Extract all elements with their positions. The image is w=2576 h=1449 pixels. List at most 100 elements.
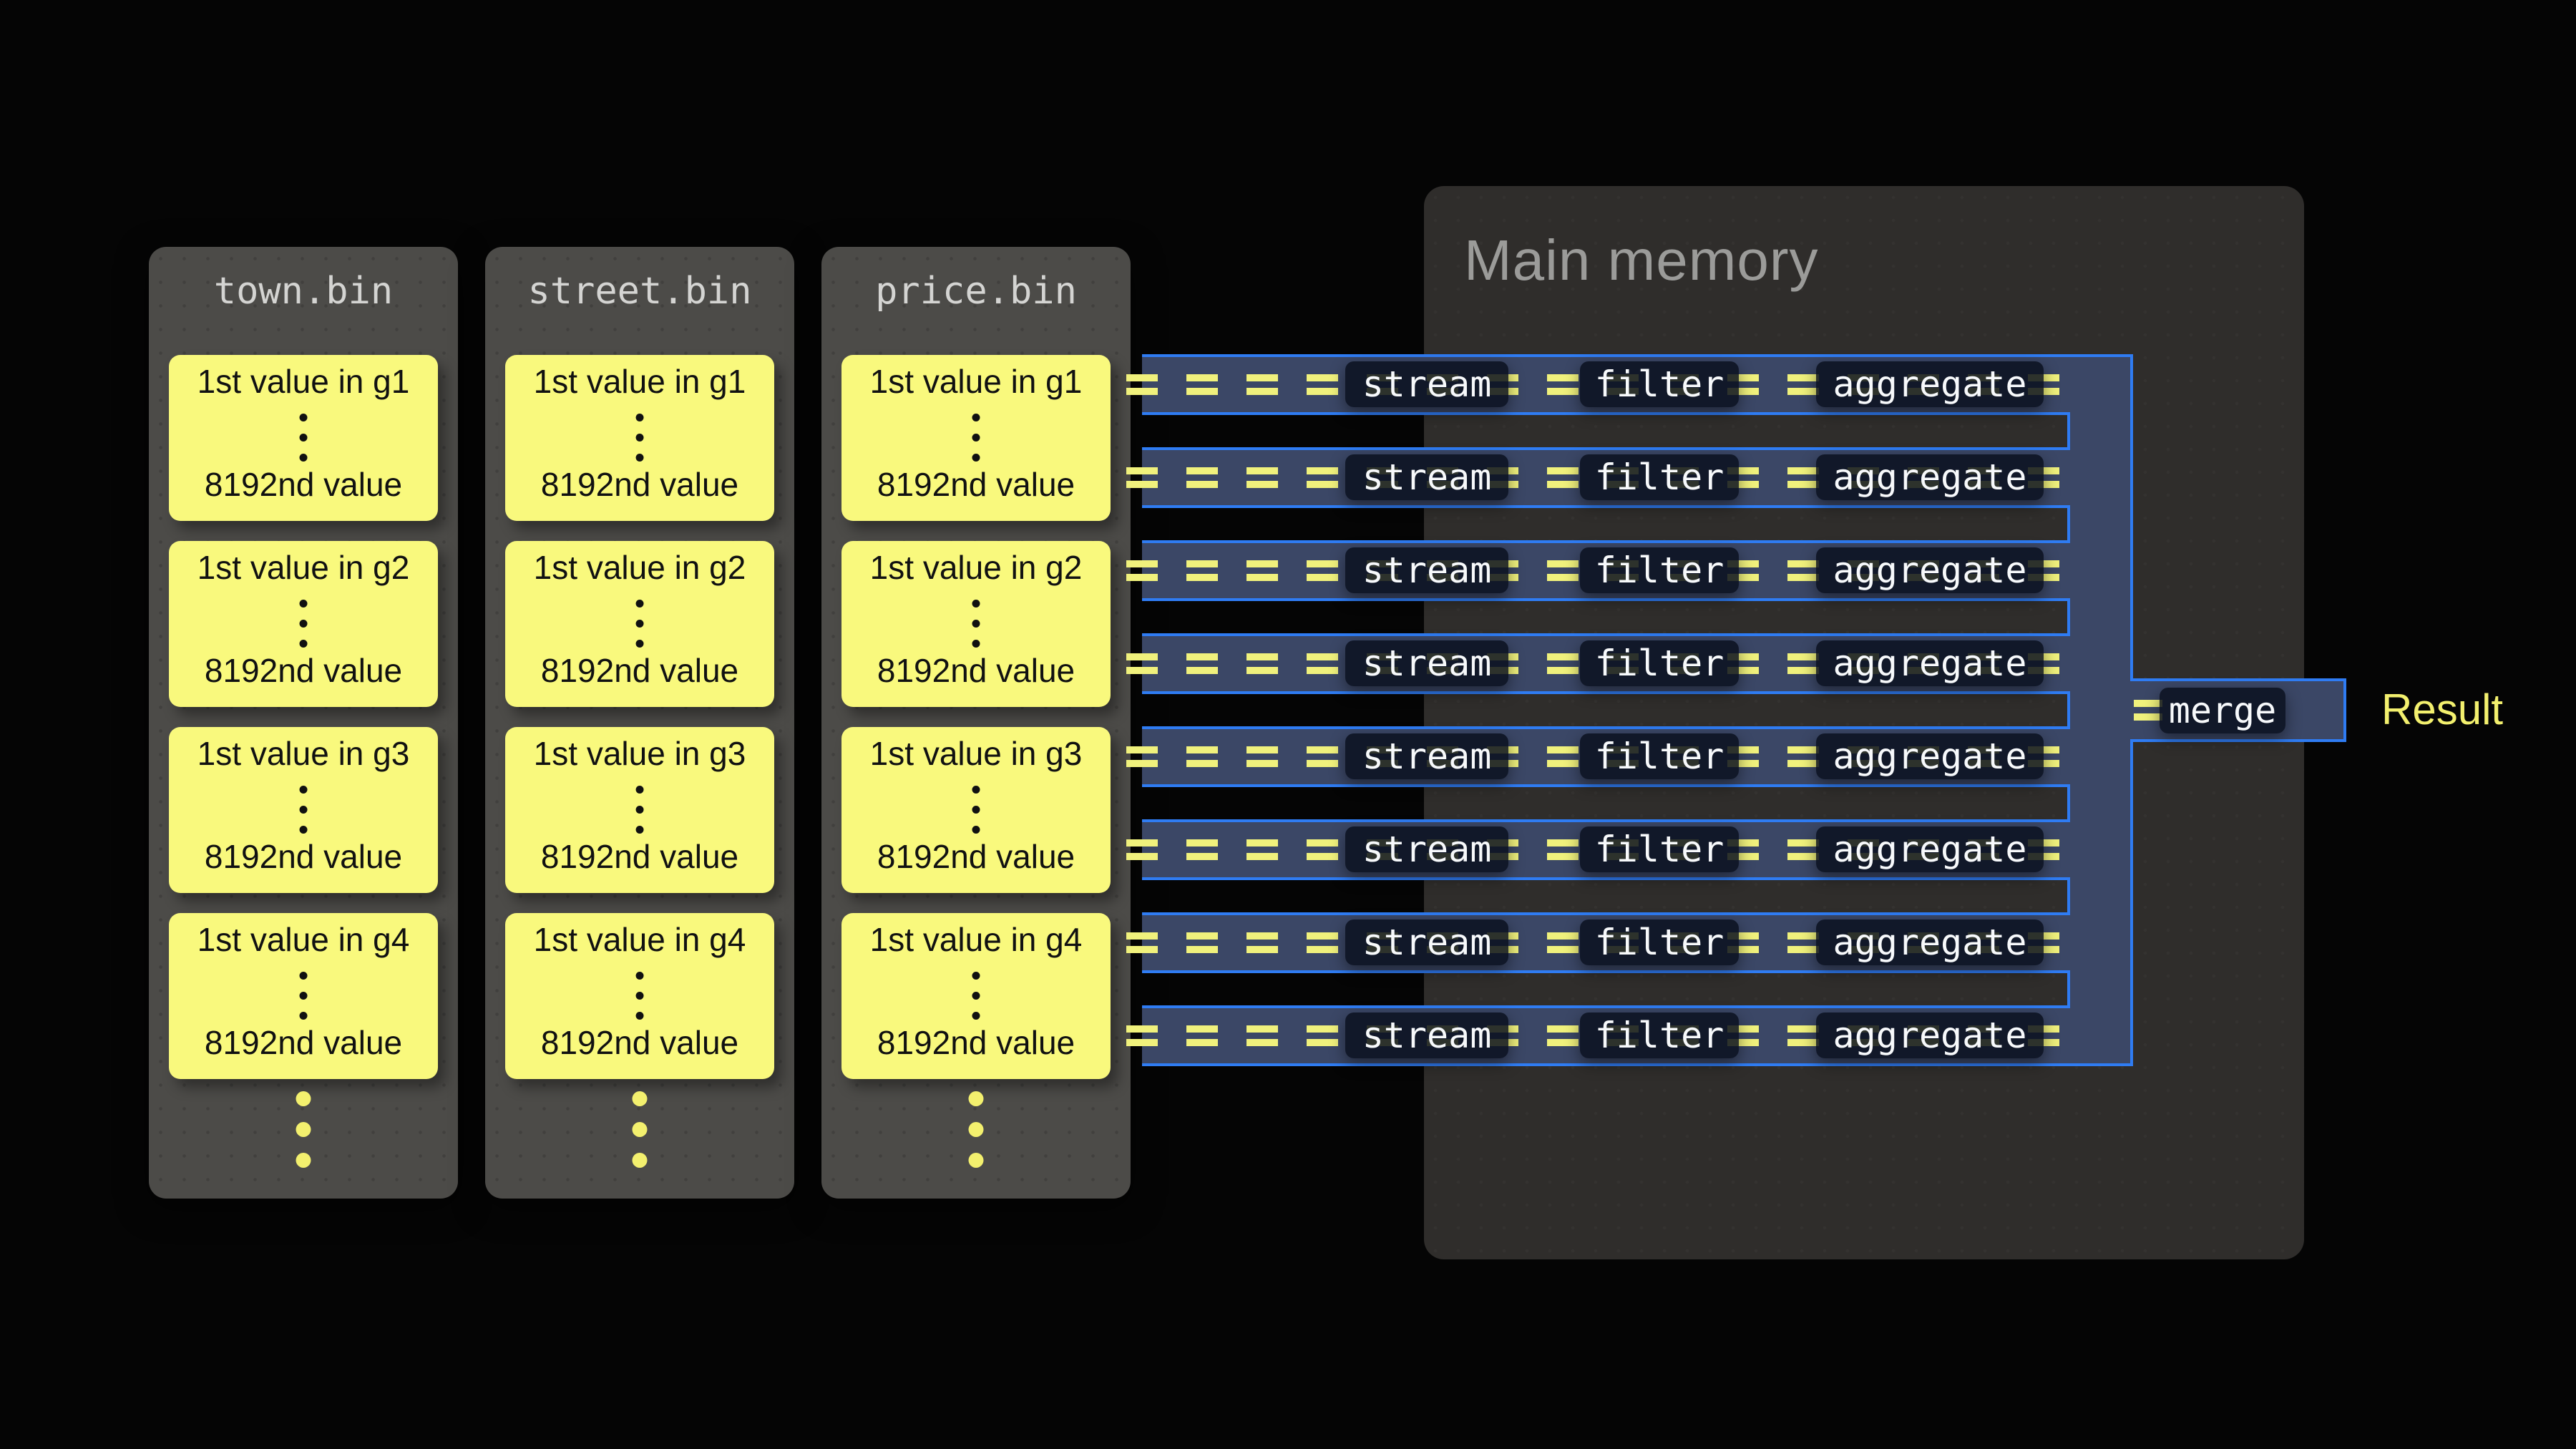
value-block-first-line: 1st value in g1 [169,362,438,401]
ellipsis-dot [636,454,644,462]
ellipsis-dot [636,1012,644,1020]
value-block-first-line: 1st value in g3 [841,734,1111,773]
value-block-last-line: 8192nd value [169,837,438,876]
op-box-filter: filter [1580,454,1739,500]
ellipsis-dot [296,1153,311,1168]
data-flow-dash-icon [1307,746,1338,767]
main-memory-title: Main memory [1464,228,2304,293]
data-flow-dash-icon [1186,374,1218,395]
data-flow-dash-icon [1126,1025,1158,1046]
data-flow-dash-icon [1547,374,1579,395]
value-block-last-line: 8192nd value [169,651,438,690]
data-flow-dash-icon [1787,746,1819,767]
op-box-filter: filter [1580,547,1739,593]
value-block-first-line: 1st value in g3 [169,734,438,773]
op-box-stream: stream [1345,454,1508,500]
value-block: 1st value in g18192nd value [505,355,774,521]
data-flow-dash-icon [1246,374,1278,395]
value-block-first-line: 1st value in g1 [841,362,1111,401]
value-block-first-line: 1st value in g3 [505,734,774,773]
op-label-filter: filter [1595,922,1724,963]
data-flow-dash-icon [1787,653,1819,674]
op-label-stream: stream [1362,457,1492,498]
ellipsis-dot [972,434,980,441]
lane-gap-border [2067,412,2070,450]
data-flow-dash-icon [1246,560,1278,581]
data-flow-dash-icon [1787,839,1819,860]
data-flow-dash-icon [1787,560,1819,581]
op-box-aggregate: aggregate [1816,547,2044,593]
op-label-stream: stream [1362,922,1492,963]
file-card-title: street.bin [485,270,794,313]
data-flow-dash-icon [1787,932,1819,953]
ellipsis-dot [633,1091,648,1106]
collector-column [2070,354,2133,1066]
op-label-stream: stream [1362,643,1492,684]
ellipsis-dot [636,786,644,794]
data-flow-dash-icon [1186,746,1218,767]
op-box-filter: filter [1580,640,1739,686]
op-box-filter: filter [1580,826,1739,872]
op-box-aggregate: aggregate [1816,733,2044,779]
data-flow-dash-icon [1246,839,1278,860]
value-block-first-line: 1st value in g4 [505,920,774,959]
value-block-last-line: 8192nd value [841,1023,1111,1062]
value-block: 1st value in g28192nd value [505,541,774,707]
op-box-filter: filter [1580,1013,1739,1058]
data-flow-dash-icon [1307,1025,1338,1046]
ellipsis-dot [300,454,308,462]
file-card: price.bin1st value in g18192nd value1st … [821,247,1131,1199]
ellipsis-dot [972,640,980,648]
value-block-first-line: 1st value in g1 [505,362,774,401]
op-label-aggregate: aggregate [1833,922,2027,963]
op-box-filter: filter [1580,733,1739,779]
data-flow-dash-icon [1186,467,1218,488]
value-block-first-line: 1st value in g2 [169,548,438,587]
ellipsis-dot [636,972,644,980]
ellipsis-dot [300,1012,308,1020]
ellipsis-dot [296,1091,311,1106]
ellipsis-dot [972,826,980,834]
data-flow-dash-icon [1307,839,1338,860]
ellipsis-dot [300,640,308,648]
data-flow-dash-icon [1307,467,1338,488]
ellipsis-dot [972,786,980,794]
value-block: 1st value in g18192nd value [841,355,1111,521]
op-label-aggregate: aggregate [1833,643,2027,684]
data-flow-dash-icon [1126,839,1158,860]
lane-gap-border [2067,784,2070,822]
op-label-stream: stream [1362,1015,1492,1056]
ellipsis-dot [300,972,308,980]
op-label-aggregate: aggregate [1833,364,2027,405]
data-flow-dash-icon [1246,1025,1278,1046]
op-label-stream: stream [1362,550,1492,591]
data-flow-dash-icon [1547,653,1579,674]
data-flow-dash-icon [1547,932,1579,953]
data-flow-dash-icon [1787,467,1819,488]
value-block-ellipsis [972,786,980,834]
ellipsis-dot [972,600,980,608]
value-block-last-line: 8192nd value [505,1023,774,1062]
value-block-first-line: 1st value in g4 [169,920,438,959]
ellipsis-dot [636,640,644,648]
lane-gap-border [2067,598,2070,636]
ellipsis-dot [972,972,980,980]
op-box-stream: stream [1345,361,1508,407]
value-block: 1st value in g38192nd value [841,727,1111,893]
ellipsis-dot [300,992,308,1000]
lane-gap-border [2067,505,2070,543]
data-flow-dash-icon [1547,467,1579,488]
op-box-aggregate: aggregate [1816,361,2044,407]
value-block-ellipsis [300,972,308,1020]
op-label-filter: filter [1595,829,1724,870]
more-groups-ellipsis [296,1091,311,1168]
ellipsis-dot [969,1122,984,1137]
merge-dash-icon [2134,700,2162,721]
data-flow-dash-icon [1126,467,1158,488]
data-flow-dash-icon [1246,653,1278,674]
value-block-ellipsis [300,414,308,462]
data-flow-dash-icon [1246,467,1278,488]
ellipsis-dot [300,600,308,608]
value-block-first-line: 1st value in g4 [841,920,1111,959]
op-box-stream: stream [1345,640,1508,686]
